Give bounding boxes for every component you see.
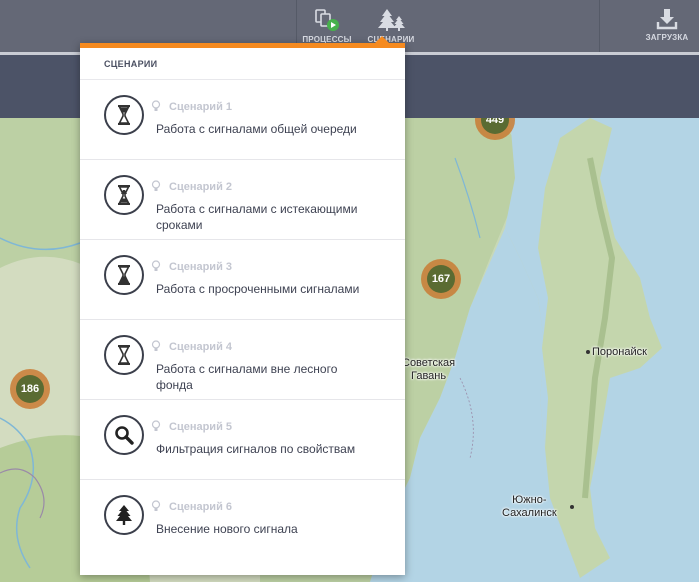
scenario-item-5[interactable]: Сценарий 5 Фильтрация сигналов по свойст… xyxy=(80,400,405,480)
scenario-number: Сценарий 6 xyxy=(169,501,233,513)
scenario-item-icon xyxy=(104,495,144,535)
scenario-item-icon xyxy=(104,175,144,215)
search-icon xyxy=(115,426,134,445)
nav-separator xyxy=(599,0,600,52)
lightbulb-icon xyxy=(151,180,161,191)
scenario-number: Сценарий 4 xyxy=(169,341,233,353)
scenario-number: Сценарий 5 xyxy=(169,421,233,433)
scenario-item-6[interactable]: Сценарий 6 Внесение нового сигнала xyxy=(80,480,405,560)
scenario-item-icon xyxy=(104,415,144,455)
scenario-item-icon xyxy=(104,335,144,375)
hourglass-bottom-icon xyxy=(118,185,130,205)
scenario-item-4[interactable]: Сценарий 4 Работа с сигналами вне лесног… xyxy=(80,320,405,400)
signal-cluster-count: 449 xyxy=(481,118,509,134)
city-yuzhno-sakhalinsk: Южно- Сахалинск xyxy=(502,494,557,519)
scenario-item-icon xyxy=(104,255,144,295)
hourglass-full-icon xyxy=(118,265,130,285)
lightbulb-icon xyxy=(151,260,161,271)
hourglass-top-icon xyxy=(118,105,130,125)
scenario-title: Работа с просроченными сигналами xyxy=(156,282,360,296)
city-poronaysk: Поронайск xyxy=(592,346,647,358)
scenario-item-2[interactable]: Сценарий 2 Работа с сигналами с истекающ… xyxy=(80,160,405,240)
signal-cluster[interactable]: 186 xyxy=(10,369,50,409)
scenario-title: Работа с сигналами вне лесного фонда xyxy=(156,362,338,392)
scenario-number: Сценарий 1 xyxy=(169,101,233,113)
scenario-title: Работа с сигналами общей очереди xyxy=(156,122,357,136)
scenario-title: Работа с сигналами с истекающими сроками xyxy=(156,202,358,232)
signal-cluster-count: 167 xyxy=(427,265,455,293)
scenario-number: Сценарий 2 xyxy=(169,181,233,193)
processes-icon xyxy=(315,9,339,31)
scenarios-dropdown: СЦЕНАРИИ Сценарий 1 Работа с сигналами о… xyxy=(80,43,405,575)
lightbulb-icon xyxy=(151,340,161,351)
tree-icon xyxy=(116,505,132,525)
scenario-title: Внесение нового сигнала xyxy=(156,522,298,536)
active-tab-caret xyxy=(374,36,390,44)
scenario-item-1[interactable]: Сценарий 1 Работа с сигналами общей очер… xyxy=(80,80,405,160)
tab-download[interactable]: ЗАГРУЗКА xyxy=(638,0,696,52)
signal-cluster[interactable]: 167 xyxy=(421,259,461,299)
scenario-item-icon xyxy=(104,95,144,135)
dropdown-header: СЦЕНАРИИ xyxy=(80,48,405,80)
download-icon xyxy=(656,9,678,30)
signal-cluster-count: 186 xyxy=(16,375,44,403)
lightbulb-icon xyxy=(151,420,161,431)
scenario-title: Фильтрация сигналов по свойствам xyxy=(156,442,356,456)
city-sovetskaya-gavan: Советская Гавань xyxy=(402,357,456,382)
forest-icon xyxy=(378,9,405,31)
tab-download-label: ЗАГРУЗКА xyxy=(645,33,689,42)
lightbulb-icon xyxy=(151,100,161,111)
scenario-item-3[interactable]: Сценарий 3 Работа с просроченными сигнал… xyxy=(80,240,405,320)
hourglass-empty-icon xyxy=(118,345,130,365)
lightbulb-icon xyxy=(151,500,161,511)
scenario-number: Сценарий 3 xyxy=(169,261,233,273)
